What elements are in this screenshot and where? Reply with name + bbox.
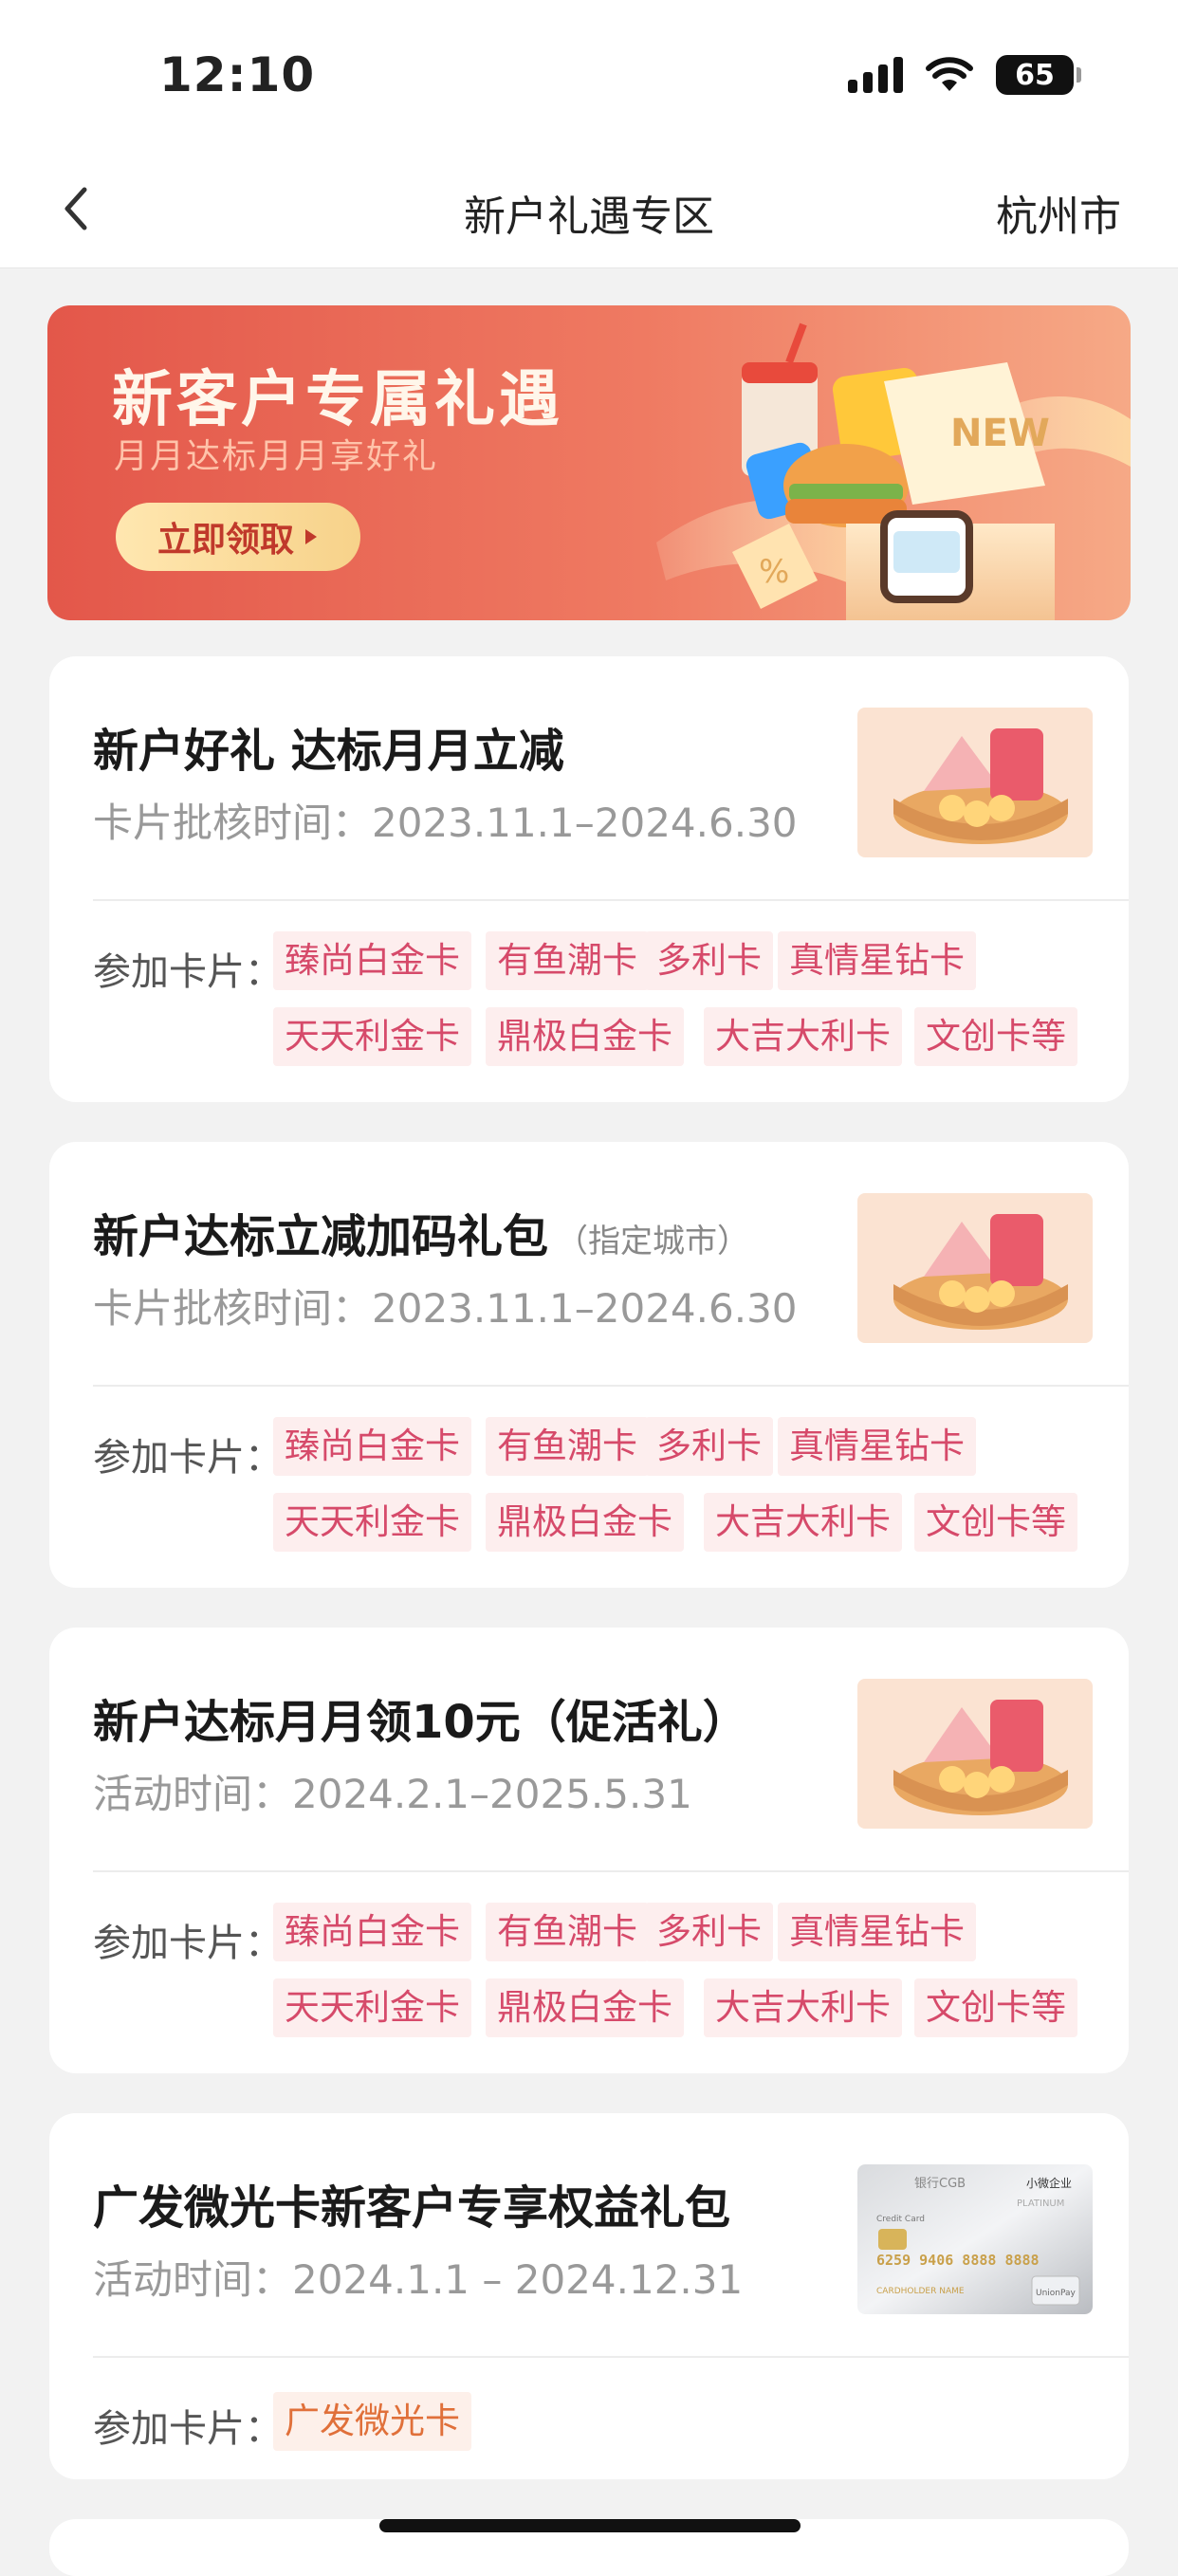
card-holder-text: CARDHOLDER NAME xyxy=(876,2287,965,2296)
card-time: 卡片批核时间：2023.11.1–2024.6.30 xyxy=(93,800,798,846)
battery-level: 65 xyxy=(1015,58,1055,92)
promo-card[interactable]: 新户达标月月领10元（促活礼） 活动时间：2024.2.1–2025.5.31 … xyxy=(49,1628,1129,2073)
card-tag[interactable]: 有鱼潮卡 xyxy=(486,931,649,990)
home-indicator[interactable] xyxy=(379,2519,801,2532)
eligible-cards-label: 参加卡片： xyxy=(93,1922,283,1965)
card-bank-text: 银行CGB xyxy=(914,2177,966,2191)
card-tag[interactable]: 天天利金卡 xyxy=(273,1493,471,1552)
cellular-signal-icon xyxy=(848,57,903,93)
card-tag[interactable]: 大吉大利卡 xyxy=(704,1978,902,2037)
eligible-cards-label: 参加卡片： xyxy=(93,2407,283,2451)
card-time: 活动时间：2024.2.1–2025.5.31 xyxy=(93,1771,692,1817)
card-tag[interactable]: 真情星钻卡 xyxy=(778,1903,976,1961)
claim-now-label: 立即领取 xyxy=(156,521,294,560)
claim-now-button[interactable]: 立即领取 xyxy=(116,503,360,571)
card-tag[interactable]: 臻尚白金卡 xyxy=(273,1903,471,1961)
card-tag[interactable]: 鼎极白金卡 xyxy=(486,1007,684,1066)
status-time: 12:10 xyxy=(159,47,316,102)
card-title-text: 新户好礼 达标月月立减 xyxy=(93,725,564,778)
promo-banner[interactable]: 新客户专属礼遇 月月达标月月享好礼 立即领取 NEW % xyxy=(47,305,1131,620)
card-tag[interactable]: 多利卡 xyxy=(645,1417,773,1476)
banner-title: 新客户专属礼遇 xyxy=(112,365,563,435)
card-divider xyxy=(93,1385,1129,1387)
card-time: 活动时间：2024.1.1 – 2024.12.31 xyxy=(93,2256,744,2303)
credit-card-thumbnail: 银行CGB 小微企业 PLATINUM Credit Card 6259 940… xyxy=(857,2164,1093,2314)
card-tag[interactable]: 大吉大利卡 xyxy=(704,1007,902,1066)
card-divider xyxy=(93,899,1129,901)
nav-bar: 新户礼遇专区 杭州市 xyxy=(0,152,1178,268)
card-tag[interactable]: 天天利金卡 xyxy=(273,1978,471,2037)
card-tag[interactable]: 文创卡等 xyxy=(914,1978,1077,2037)
card-tag[interactable]: 大吉大利卡 xyxy=(704,1493,902,1552)
card-tag[interactable]: 臻尚白金卡 xyxy=(273,931,471,990)
wifi-icon xyxy=(926,57,973,91)
card-tag[interactable]: 鼎极白金卡 xyxy=(486,1493,684,1552)
card-tag[interactable]: 多利卡 xyxy=(645,1903,773,1961)
battery-icon: 65 xyxy=(996,55,1081,95)
card-title: 新户好礼 达标月月立减 xyxy=(93,713,564,780)
card-tag[interactable]: 有鱼潮卡 xyxy=(486,1903,649,1961)
card-brand-text: UnionPay xyxy=(1036,2289,1077,2298)
card-divider xyxy=(93,1870,1129,1872)
new-badge-text: NEW xyxy=(950,412,1050,455)
card-number-text: 6259 9406 8888 8888 xyxy=(876,2252,1040,2269)
status-icons: 65 xyxy=(848,55,1081,95)
eligible-cards-label: 参加卡片： xyxy=(93,1436,283,1480)
gift-box-thumbnail xyxy=(857,1679,1093,1829)
card-tag[interactable]: 文创卡等 xyxy=(914,1007,1077,1066)
card-title-text: 广发微光卡新客户专享权益礼包 xyxy=(93,2181,731,2235)
card-tag[interactable]: 多利卡 xyxy=(645,931,773,990)
eligible-cards-label: 参加卡片： xyxy=(93,950,283,994)
promo-card[interactable]: 新户达标立减加码礼包 （指定城市） 卡片批核时间：2023.11.1–2024.6… xyxy=(49,1142,1129,1588)
gift-box-thumbnail xyxy=(857,1193,1093,1343)
card-title: 广发微光卡新客户专享权益礼包 xyxy=(93,2170,730,2236)
card-title-text: 新户达标立减加码礼包 xyxy=(93,1210,549,1263)
status-bar: 12:10 65 xyxy=(0,0,1178,152)
card-credit-text: Credit Card xyxy=(876,2215,925,2224)
gift-illustration: NEW % xyxy=(656,322,1131,620)
card-title-text: 新户达标月月领10元（促活礼） xyxy=(93,1696,748,1749)
card-divider xyxy=(93,2356,1129,2358)
card-platinum-text: PLATINUM xyxy=(1017,2199,1064,2209)
gift-box-thumbnail xyxy=(857,708,1093,857)
card-title-note: （指定城市） xyxy=(556,1223,750,1260)
card-tag[interactable]: 臻尚白金卡 xyxy=(273,1417,471,1476)
card-title: 新户达标立减加码礼包 （指定城市） xyxy=(93,1199,749,1265)
card-tag[interactable]: 广发微光卡 xyxy=(273,2392,471,2451)
play-arrow-icon xyxy=(305,529,317,544)
card-tag[interactable]: 文创卡等 xyxy=(914,1493,1077,1552)
card-corp-text: 小微企业 xyxy=(1026,2176,1072,2190)
card-title: 新户达标月月领10元（促活礼） xyxy=(93,1684,748,1751)
svg-text:%: % xyxy=(759,553,789,591)
card-tag[interactable]: 有鱼潮卡 xyxy=(486,1417,649,1476)
card-time: 卡片批核时间：2023.11.1–2024.6.30 xyxy=(93,1285,798,1332)
banner-subtitle: 月月达标月月享好礼 xyxy=(114,437,439,476)
card-tag[interactable]: 天天利金卡 xyxy=(273,1007,471,1066)
card-tag[interactable]: 真情星钻卡 xyxy=(778,1417,976,1476)
promo-card[interactable]: 新户好礼 达标月月立减 卡片批核时间：2023.11.1–2024.6.30 参… xyxy=(49,656,1129,1102)
promo-card[interactable]: 广发微光卡新客户专享权益礼包 活动时间：2024.1.1 – 2024.12.3… xyxy=(49,2113,1129,2479)
card-tag[interactable]: 真情星钻卡 xyxy=(778,931,976,990)
card-tag[interactable]: 鼎极白金卡 xyxy=(486,1978,684,2037)
city-selector[interactable]: 杭州市 xyxy=(996,182,1121,243)
